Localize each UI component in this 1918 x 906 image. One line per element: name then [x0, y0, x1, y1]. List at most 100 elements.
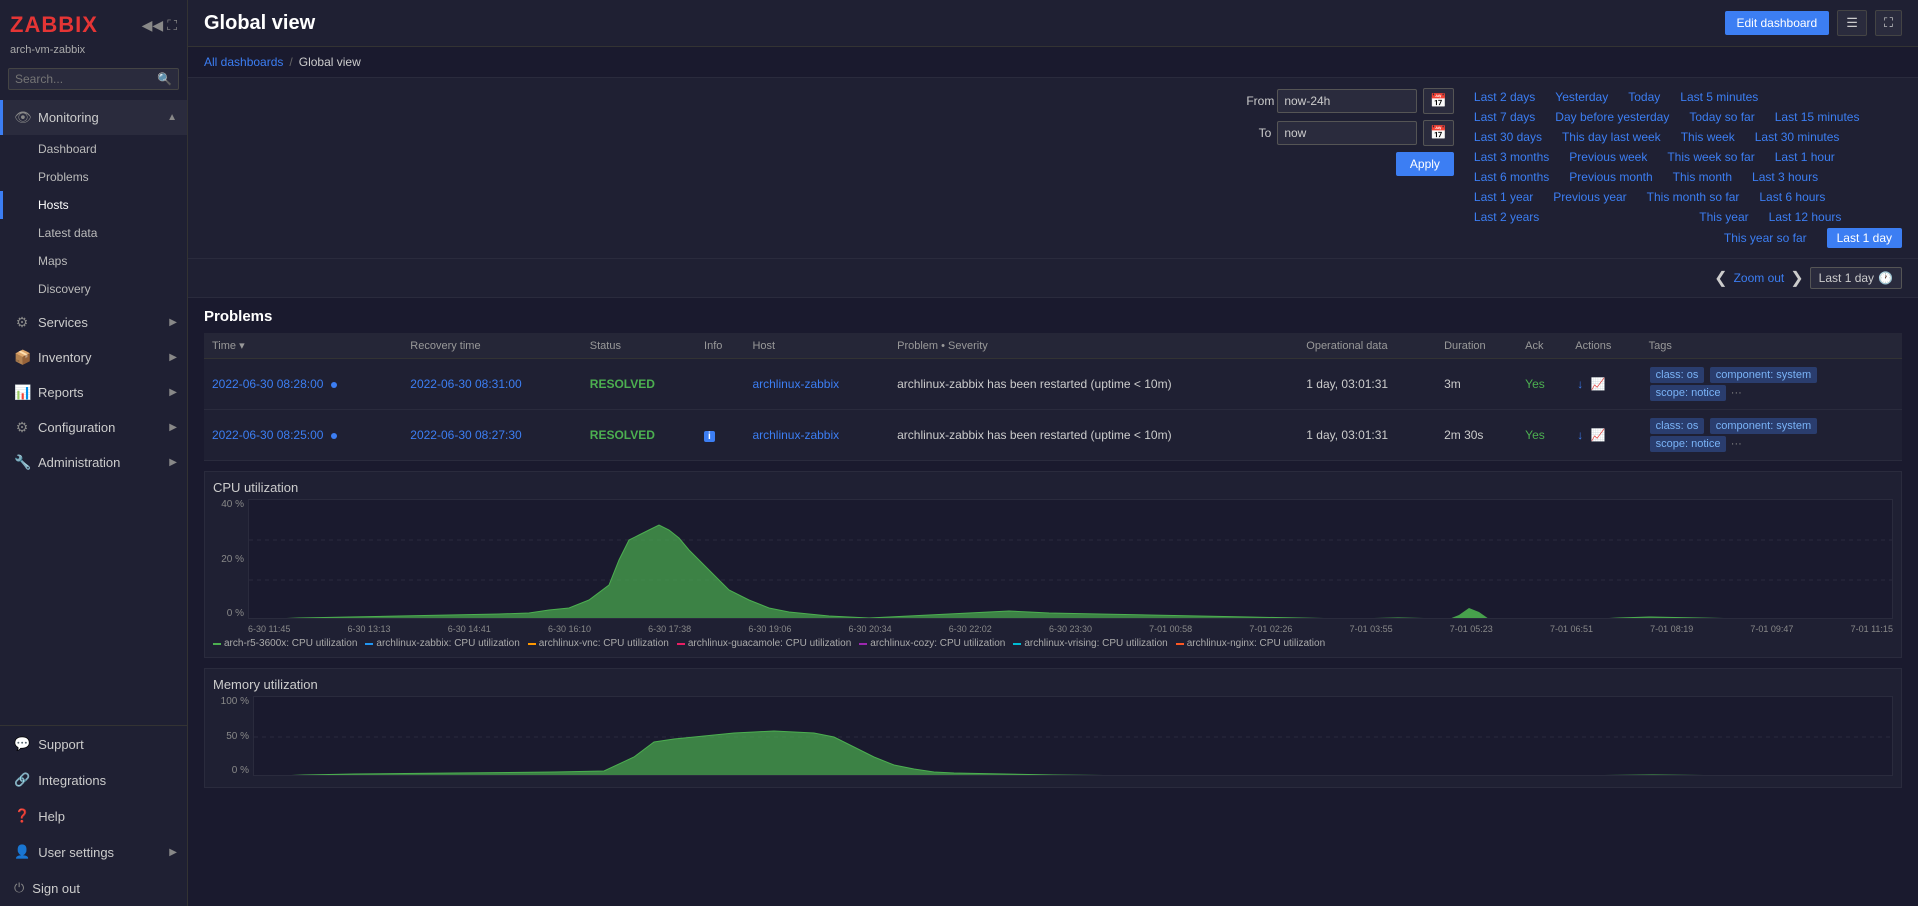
cpu-chart-container: CPU utilization 40 % 20 % 0 % — [204, 471, 1902, 658]
sidebar-item-latest-data[interactable]: Latest data — [0, 219, 187, 247]
row1-tag-more[interactable]: ··· — [1731, 387, 1742, 399]
row1-tag-3[interactable]: scope: notice — [1650, 385, 1727, 401]
sidebar-item-help[interactable]: ❓ Help — [0, 798, 187, 834]
col-host: Host — [744, 333, 889, 359]
edit-dashboard-button[interactable]: Edit dashboard — [1725, 11, 1830, 35]
row1-time-link[interactable]: 2022-06-30 08:28:00 — [212, 377, 323, 391]
zoom-prev-button[interactable]: ❮ — [1714, 268, 1727, 288]
sidebar-item-dashboard[interactable]: Dashboard — [0, 135, 187, 163]
configuration-label: Configuration — [38, 420, 115, 435]
sidebar-item-sign-out[interactable]: ⏻ Sign out — [0, 870, 187, 906]
sidebar-item-discovery[interactable]: Discovery — [0, 275, 187, 303]
qr-this-year-so-far[interactable]: This year so far — [1724, 229, 1807, 247]
qr-today-so-far[interactable]: Today so far — [1689, 108, 1754, 126]
sidebar-item-support[interactable]: 💬 Support — [0, 726, 187, 762]
row2-recovery-link[interactable]: 2022-06-30 08:27:30 — [410, 428, 521, 442]
row2-time-link[interactable]: 2022-06-30 08:25:00 — [212, 428, 323, 442]
last-day-label: Last 1 day — [1819, 271, 1874, 285]
qr-last-6-months[interactable]: Last 6 months — [1474, 168, 1549, 186]
qr-day-before-yesterday[interactable]: Day before yesterday — [1555, 108, 1669, 126]
from-calendar-button[interactable]: 📅 — [1423, 88, 1454, 114]
qr-last-12-hours[interactable]: Last 12 hours — [1769, 208, 1842, 226]
cpu-chart-area: 6-30 11:45 6-30 13:13 6-30 14:41 6-30 16… — [248, 499, 1893, 634]
inventory-icon: 📦 — [14, 349, 30, 366]
col-time[interactable]: Time ▾ — [204, 333, 402, 359]
dashboard-menu-button[interactable]: ☰ — [1837, 10, 1867, 36]
sidebar-item-hosts[interactable]: Hosts — [0, 191, 187, 219]
dashboard-fullscreen-button[interactable]: ⛶ — [1875, 10, 1902, 36]
qr-row-5: Last 6 months Previous month This month … — [1474, 168, 1902, 186]
reports-arrow: ▶ — [169, 387, 177, 398]
qr-previous-week[interactable]: Previous week — [1569, 148, 1647, 166]
qr-last-3-months[interactable]: Last 3 months — [1474, 148, 1549, 166]
qr-last-30-min[interactable]: Last 30 minutes — [1755, 128, 1840, 146]
monitoring-label: Monitoring — [38, 110, 99, 125]
col-recovery[interactable]: Recovery time — [402, 333, 582, 359]
legend-arch-r5: arch-r5-3600x: CPU utilization — [213, 638, 357, 649]
sidebar-item-administration[interactable]: 🔧 Administration ▶ — [0, 445, 187, 480]
row2-tag-3[interactable]: scope: notice — [1650, 436, 1727, 452]
qr-this-week[interactable]: This week — [1681, 128, 1735, 146]
zoom-next-button[interactable]: ❯ — [1790, 268, 1803, 288]
sidebar-item-integrations[interactable]: 🔗 Integrations — [0, 762, 187, 798]
zoom-out-button[interactable]: Zoom out — [1734, 271, 1785, 285]
sidebar-item-monitoring[interactable]: 👁 Monitoring ▲ — [0, 100, 187, 135]
sidebar-item-inventory[interactable]: 📦 Inventory ▶ — [0, 340, 187, 375]
qr-previous-year[interactable]: Previous year — [1553, 188, 1626, 206]
to-input[interactable] — [1277, 121, 1417, 145]
row2-tag-1[interactable]: class: os — [1650, 418, 1705, 434]
legend-archlinux-vnc: archlinux-vnc: CPU utilization — [528, 638, 669, 649]
fullscreen-button[interactable]: ⛶ — [167, 17, 177, 34]
qr-this-day-last-week[interactable]: This day last week — [1562, 128, 1661, 146]
row2-action-down[interactable]: ↓ — [1577, 428, 1583, 442]
row1-recovery-link[interactable]: 2022-06-30 08:31:00 — [410, 377, 521, 391]
qr-last-30-days[interactable]: Last 30 days — [1474, 128, 1542, 146]
qr-last-2-days[interactable]: Last 2 days — [1474, 88, 1535, 106]
row2-tag-more[interactable]: ··· — [1731, 438, 1742, 450]
sidebar-item-user-settings[interactable]: 👤 User settings ▶ — [0, 834, 187, 870]
qr-last-1-day-button[interactable]: Last 1 day — [1827, 228, 1902, 248]
row1-action-down[interactable]: ↓ — [1577, 377, 1583, 391]
qr-last-7-days[interactable]: Last 7 days — [1474, 108, 1535, 126]
qr-previous-month[interactable]: Previous month — [1569, 168, 1652, 186]
qr-last-1-hour[interactable]: Last 1 hour — [1775, 148, 1835, 166]
qr-last-3-hours[interactable]: Last 3 hours — [1752, 168, 1818, 186]
apply-button[interactable]: Apply — [1396, 152, 1454, 176]
qr-today[interactable]: Today — [1628, 88, 1660, 106]
sidebar-item-services[interactable]: ⚙ Services ▶ — [0, 305, 187, 340]
memory-y-min: 0 % — [213, 765, 249, 776]
search-input[interactable] — [15, 72, 157, 86]
qr-last-2-years[interactable]: Last 2 years — [1474, 208, 1539, 226]
row1-info — [696, 359, 744, 410]
qr-last-6-hours[interactable]: Last 6 hours — [1759, 188, 1825, 206]
qr-last-1-year[interactable]: Last 1 year — [1474, 188, 1533, 206]
row1-tag-2[interactable]: component: system — [1710, 367, 1817, 383]
breadcrumb-all-dashboards[interactable]: All dashboards — [204, 55, 283, 69]
sidebar-item-problems[interactable]: Problems — [0, 163, 187, 191]
sidebar-item-reports[interactable]: 📊 Reports ▶ — [0, 375, 187, 410]
qr-yesterday[interactable]: Yesterday — [1555, 88, 1608, 106]
sidebar-item-configuration[interactable]: ⚙ Configuration ▶ — [0, 410, 187, 445]
qr-this-month-so-far[interactable]: This month so far — [1647, 188, 1740, 206]
qr-this-week-so-far[interactable]: This week so far — [1667, 148, 1754, 166]
content-area: From 📅 To 📅 Apply Last 2 days Y — [188, 78, 1918, 906]
table-row: 2022-06-30 08:25:00 2022-06-30 08:27:30 … — [204, 410, 1902, 461]
last-day-button[interactable]: Last 1 day 🕐 — [1810, 267, 1902, 289]
qr-this-month[interactable]: This month — [1673, 168, 1732, 186]
row1-action-chart[interactable]: 📈 — [1591, 377, 1606, 391]
row2-action-chart[interactable]: 📈 — [1591, 428, 1606, 442]
cpu-chart-inner: 40 % 20 % 0 % — [213, 499, 1893, 634]
from-input[interactable] — [1277, 89, 1417, 113]
row1-actions: ↓ 📈 — [1567, 359, 1640, 410]
collapse-sidebar-button[interactable]: ◀◀ — [142, 17, 164, 34]
qr-last-15-min[interactable]: Last 15 minutes — [1775, 108, 1860, 126]
cpu-chart-title: CPU utilization — [213, 480, 1893, 495]
legend-archlinux-vnc-dot — [528, 643, 536, 645]
qr-this-year[interactable]: This year — [1699, 208, 1748, 226]
to-calendar-button[interactable]: 📅 — [1423, 120, 1454, 146]
qr-last-5-min[interactable]: Last 5 minutes — [1680, 88, 1758, 106]
sidebar-item-maps[interactable]: Maps — [0, 247, 187, 275]
memory-chart-inner: 100 % 50 % 0 % — [213, 696, 1893, 779]
row1-tag-1[interactable]: class: os — [1650, 367, 1705, 383]
row2-tag-2[interactable]: component: system — [1710, 418, 1817, 434]
